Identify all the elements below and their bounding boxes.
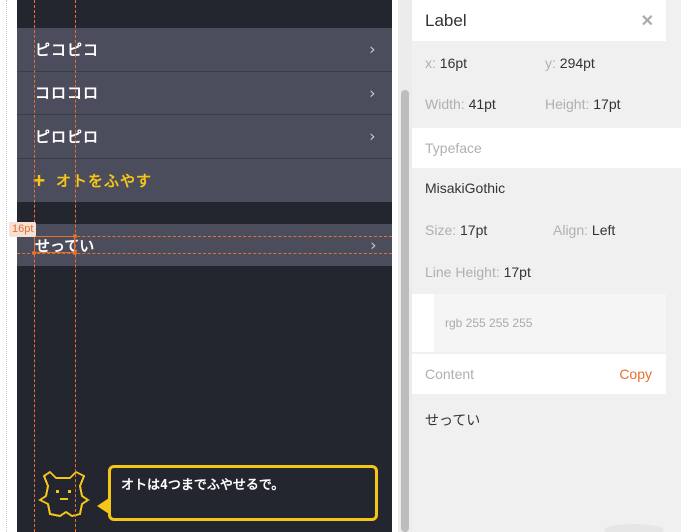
- close-icon[interactable]: ✕: [641, 11, 654, 31]
- chevron-right-icon: ›: [367, 83, 378, 103]
- design-canvas: ピコピコ › コロコロ › ピロピロ › + オトをふやす せってい › オトは…: [0, 0, 398, 532]
- size-property: Size: 17pt: [425, 222, 487, 238]
- copy-button[interactable]: Copy: [619, 354, 652, 394]
- selection-handle[interactable]: [73, 234, 77, 238]
- mascot-character: [38, 470, 90, 518]
- speech-bubble: オトは4つまでふやせるで。: [108, 465, 378, 521]
- color-value: rgb 255 255 255: [445, 316, 533, 330]
- line-height-value: 17pt: [503, 264, 531, 280]
- sound-menu-group: ピコピコ › コロコロ › ピロピロ › + オトをふやす: [17, 28, 392, 202]
- menu-item-piropiro[interactable]: ピロピロ ›: [17, 115, 392, 159]
- content-section-header: Content Copy: [412, 354, 666, 394]
- x-label: x:: [425, 55, 436, 71]
- width-label: Width:: [425, 96, 465, 112]
- width-property: Width: 41pt: [425, 96, 496, 112]
- y-value: 294pt: [559, 55, 595, 71]
- height-label: Height:: [545, 96, 590, 112]
- chevron-right-icon: ›: [367, 39, 378, 59]
- inspector-panel: Label ✕ x: 16pt y: 294pt Width: 41pt Hei…: [412, 0, 681, 532]
- content-value[interactable]: せってい: [425, 410, 480, 430]
- align-value: Left: [591, 222, 616, 238]
- y-property: y: 294pt: [545, 55, 595, 71]
- size-label: Size:: [425, 222, 457, 238]
- typeface-name[interactable]: MisakiGothic: [425, 180, 505, 196]
- chevron-right-icon: ›: [367, 126, 378, 146]
- speech-bubble-text: オトは4つまでふやせるで。: [121, 478, 285, 493]
- dimension-badge: 16pt: [9, 222, 37, 237]
- typeface-header-label: Typeface: [425, 140, 482, 156]
- align-property: Align: Left: [553, 222, 615, 238]
- menu-item-label: コロコロ: [35, 84, 100, 103]
- x-property: x: 16pt: [425, 55, 467, 71]
- menu-item-label: ピロピロ: [35, 127, 100, 146]
- line-height-label: Line Height:: [425, 264, 500, 280]
- line-height-property: Line Height: 17pt: [425, 264, 531, 280]
- menu-item-label: ピコピコ: [35, 40, 100, 59]
- panel-bottom-shadow: [604, 524, 664, 532]
- height-property: Height: 17pt: [545, 96, 621, 112]
- selection-box[interactable]: [34, 236, 75, 253]
- content-header-label: Content: [425, 366, 475, 382]
- selection-handle[interactable]: [32, 251, 36, 255]
- typeface-section-header: Typeface: [412, 128, 681, 168]
- width-value: 41pt: [468, 96, 496, 112]
- color-swatch[interactable]: [412, 294, 434, 352]
- add-sound-button[interactable]: + オトをふやす: [17, 159, 392, 203]
- size-value: 17pt: [460, 222, 488, 238]
- canvas-scrollbar-thumb[interactable]: [401, 90, 409, 532]
- guide-line-left: [34, 0, 35, 532]
- x-value: 16pt: [439, 55, 468, 71]
- chevron-right-icon: ›: [368, 235, 378, 255]
- canvas-ruler-dots: [6, 0, 7, 532]
- inspector-title: Label: [425, 10, 467, 30]
- menu-item-korokoro[interactable]: コロコロ ›: [17, 72, 392, 115]
- y-label: y:: [545, 55, 556, 71]
- selection-handle[interactable]: [73, 251, 77, 255]
- guide-line-right: [75, 0, 76, 532]
- inspector-header: Label ✕: [412, 0, 666, 41]
- app-screen: ピコピコ › コロコロ › ピロピロ › + オトをふやす せってい › オトは…: [17, 0, 392, 532]
- align-label: Align:: [553, 222, 589, 238]
- height-value: 17pt: [593, 96, 621, 112]
- menu-item-picopico[interactable]: ピコピコ ›: [17, 28, 392, 72]
- add-sound-label: オトをふやす: [56, 171, 153, 190]
